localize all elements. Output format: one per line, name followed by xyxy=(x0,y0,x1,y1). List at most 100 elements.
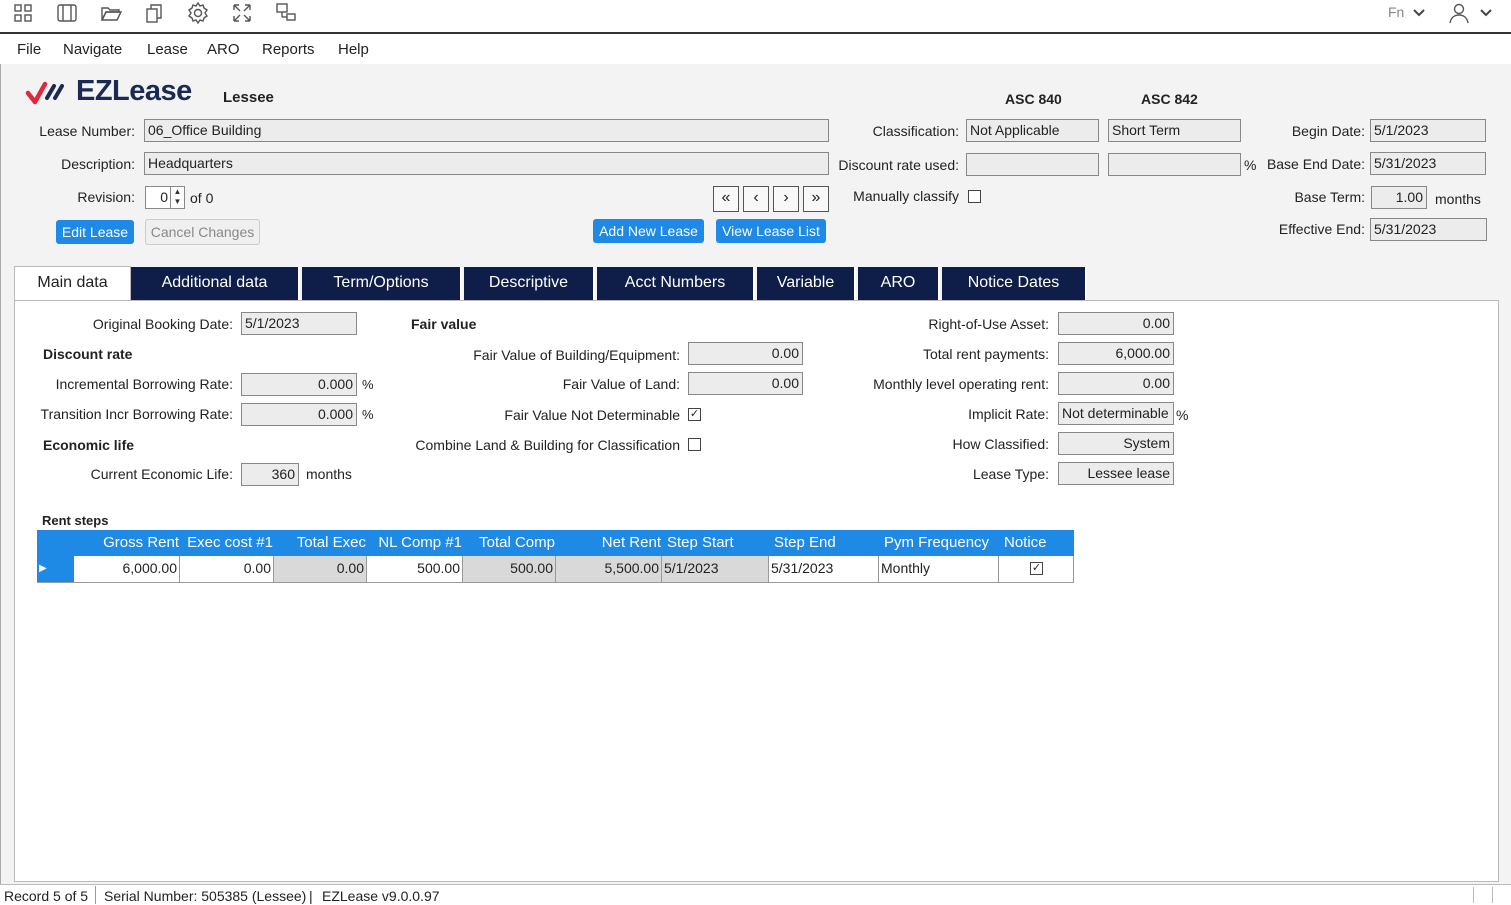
row-selector-icon[interactable]: ▶ xyxy=(37,556,74,583)
next-record-icon[interactable]: › xyxy=(773,186,799,212)
fair-value-land-label: Fair Value of Land: xyxy=(562,376,680,392)
gear-icon[interactable] xyxy=(185,1,211,25)
col-step-start[interactable]: Step Start xyxy=(667,530,767,556)
discount-rate-842-field xyxy=(1108,153,1241,176)
cancel-changes-button[interactable]: Cancel Changes xyxy=(145,219,260,245)
col-total-exec[interactable]: Total Exec xyxy=(274,530,367,556)
how-classified-field: System xyxy=(1058,432,1174,455)
manually-classify-checkbox[interactable] xyxy=(968,190,981,203)
add-new-lease-button[interactable]: Add New Lease xyxy=(593,219,704,243)
col-notice[interactable]: Notice xyxy=(1004,530,1070,556)
mode-label: Lessee xyxy=(223,89,274,106)
right-of-use-asset-label: Right-of-Use Asset: xyxy=(928,316,1049,332)
first-record-icon[interactable]: « xyxy=(713,186,739,212)
tab-main-data[interactable]: Main data xyxy=(14,266,131,302)
notice-checkbox[interactable]: ✓ xyxy=(1030,562,1043,575)
effective-end-field: 5/31/2023 xyxy=(1370,218,1487,241)
fair-value-building-field[interactable]: 0.00 xyxy=(688,342,803,365)
menu-aro[interactable]: ARO xyxy=(207,41,240,58)
menu-help[interactable]: Help xyxy=(338,41,369,58)
fair-value-not-determinable-label: Fair Value Not Determinable xyxy=(504,407,680,423)
base-term-field[interactable]: 1.00 xyxy=(1371,186,1427,209)
cell-pym-frequency[interactable]: Monthly xyxy=(879,556,999,583)
cell-gross-rent[interactable]: 6,000.00 xyxy=(74,556,180,583)
menu-lease[interactable]: Lease xyxy=(147,41,188,58)
transition-ibr-label: Transition Incr Borrowing Rate: xyxy=(40,406,233,422)
combine-land-building-label: Combine Land & Building for Classificati… xyxy=(415,437,680,453)
begin-date-label: Begin Date: xyxy=(1291,123,1365,139)
description-field[interactable]: Headquarters xyxy=(144,152,829,175)
panels-icon[interactable] xyxy=(54,1,80,25)
tab-notice-dates[interactable]: Notice Dates xyxy=(942,267,1087,300)
col-nl-comp[interactable]: NL Comp #1 xyxy=(367,530,463,556)
chevron-down-icon[interactable] xyxy=(1478,4,1494,20)
menu-file[interactable]: File xyxy=(17,41,41,58)
fair-value-not-determinable-checkbox[interactable]: ✓ xyxy=(688,408,701,421)
expand-icon[interactable] xyxy=(229,1,255,25)
copy-icon[interactable] xyxy=(141,1,167,25)
ezlease-logo-mark xyxy=(25,80,73,106)
ibr-percent: % xyxy=(362,377,374,392)
fair-value-building-label: Fair Value of Building/Equipment: xyxy=(473,347,680,363)
total-rent-payments-label: Total rent payments: xyxy=(922,346,1049,362)
prev-record-icon[interactable]: ‹ xyxy=(743,186,769,212)
begin-date-field[interactable]: 5/1/2023 xyxy=(1370,119,1486,142)
menu-navigate[interactable]: Navigate xyxy=(63,41,122,58)
col-exec-cost[interactable]: Exec cost #1 xyxy=(180,530,274,556)
base-end-date-field[interactable]: 5/31/2023 xyxy=(1370,152,1486,175)
cell-notice[interactable]: ✓ xyxy=(999,556,1074,583)
col-step-end[interactable]: Step End xyxy=(774,530,874,556)
network-icon[interactable] xyxy=(273,1,299,25)
asc842-heading: ASC 842 xyxy=(1141,91,1198,107)
how-classified-label: How Classified: xyxy=(952,436,1049,452)
fn-label[interactable]: Fn xyxy=(1388,4,1404,20)
base-term-units: months xyxy=(1435,191,1481,207)
tab-additional-data[interactable]: Additional data xyxy=(131,267,300,300)
edit-lease-button[interactable]: Edit Lease xyxy=(56,220,134,244)
economic-life-heading: Economic life xyxy=(43,437,135,453)
tab-descriptive[interactable]: Descriptive xyxy=(464,267,595,300)
cell-step-start: 5/1/2023 xyxy=(662,556,769,583)
lease-number-field[interactable]: 06_Office Building xyxy=(144,119,829,142)
grid-icon[interactable] xyxy=(10,1,36,25)
base-term-label: Base Term: xyxy=(1294,189,1365,205)
fair-value-land-field[interactable]: 0.00 xyxy=(688,372,803,395)
status-bar: Record 5 of 5 Serial Number: 505385 (Les… xyxy=(0,884,1511,905)
chevron-down-icon[interactable] xyxy=(1411,4,1427,20)
tibr-percent: % xyxy=(362,407,374,422)
combine-land-building-checkbox[interactable] xyxy=(688,438,701,451)
rent-steps-heading: Rent steps xyxy=(42,513,109,528)
view-lease-list-button[interactable]: View Lease List xyxy=(716,219,826,243)
discount-rate-840-field xyxy=(966,153,1099,176)
incremental-borrowing-rate-field[interactable]: 0.000 xyxy=(241,373,357,396)
revision-spinner-icon[interactable]: ▲ ▼ xyxy=(170,187,184,208)
menu-reports[interactable]: Reports xyxy=(262,41,315,58)
user-icon[interactable] xyxy=(1447,1,1471,25)
tab-term-options[interactable]: Term/Options xyxy=(302,267,462,300)
folder-open-icon[interactable] xyxy=(98,1,124,25)
transition-ibr-field[interactable]: 0.000 xyxy=(241,403,357,426)
incremental-borrowing-rate-label: Incremental Borrowing Rate: xyxy=(55,376,233,392)
col-total-comp[interactable]: Total Comp xyxy=(463,530,556,556)
current-economic-life-label: Current Economic Life: xyxy=(90,466,233,482)
current-economic-life-field[interactable]: 360 xyxy=(241,463,299,486)
tab-acct-numbers[interactable]: Acct Numbers xyxy=(597,267,755,300)
cell-total-comp: 500.00 xyxy=(463,556,556,583)
col-gross-rent[interactable]: Gross Rent xyxy=(74,530,180,556)
col-net-rent[interactable]: Net Rent xyxy=(556,530,662,556)
cell-total-exec: 0.00 xyxy=(274,556,367,583)
cell-exec-cost[interactable]: 0.00 xyxy=(180,556,274,583)
tab-variable[interactable]: Variable xyxy=(757,267,856,300)
status-serial: Serial Number: 505385 (Lessee) xyxy=(104,888,307,904)
base-end-date-label: Base End Date: xyxy=(1266,156,1365,172)
cell-nl-comp[interactable]: 500.00 xyxy=(367,556,463,583)
original-booking-date-field[interactable]: 5/1/2023 xyxy=(241,312,357,335)
col-pym-frequency[interactable]: Pym Frequency xyxy=(884,530,999,556)
last-record-icon[interactable]: » xyxy=(803,186,829,212)
status-record: Record 5 of 5 xyxy=(4,888,89,904)
cell-step-end[interactable]: 5/31/2023 xyxy=(769,556,879,583)
right-of-use-asset-field: 0.00 xyxy=(1058,312,1174,335)
status-divider xyxy=(1492,887,1493,903)
tab-aro[interactable]: ARO xyxy=(858,267,940,300)
revision-label: Revision: xyxy=(77,189,135,205)
